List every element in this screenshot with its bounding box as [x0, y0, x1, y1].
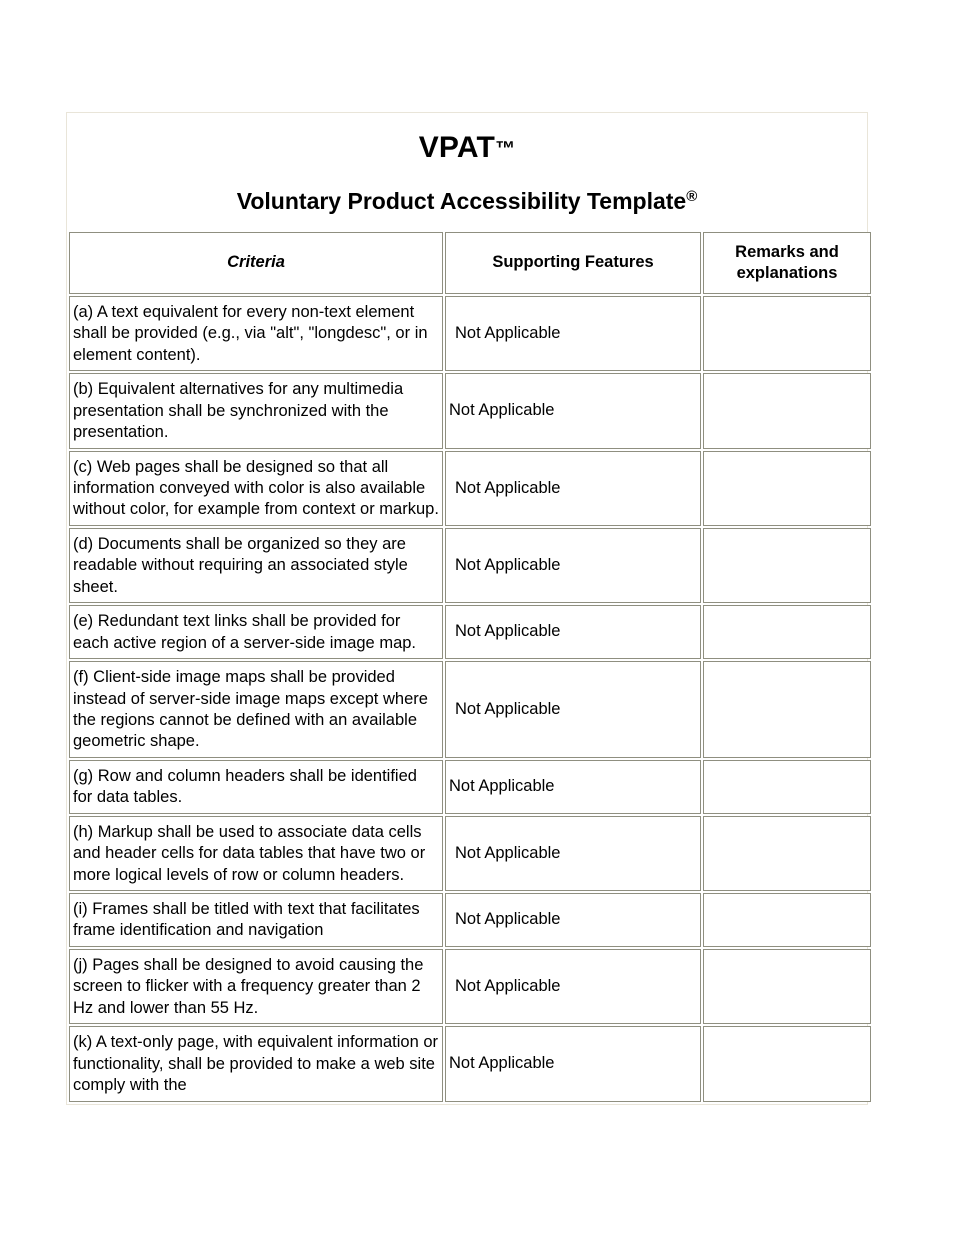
registered-symbol: ®	[686, 187, 698, 205]
cell-remarks	[703, 893, 871, 947]
cell-supporting-features: Not Applicable	[445, 605, 701, 660]
page-title: VPAT™	[67, 131, 867, 166]
table-row: (e) Redundant text links shall be provid…	[69, 605, 871, 660]
column-header-remarks: Remarks and explanations	[703, 231, 871, 294]
cell-supporting-features: Not Applicable	[445, 527, 701, 604]
cell-criteria: (g) Row and column headers shall be iden…	[69, 759, 443, 814]
cell-remarks	[703, 295, 871, 372]
column-header-criteria: Criteria	[69, 231, 443, 294]
trademark-symbol: ™	[495, 138, 516, 160]
cell-criteria: (i) Frames shall be titled with text tha…	[69, 893, 443, 947]
cell-remarks	[703, 527, 871, 604]
table-row: (c) Web pages shall be designed so that …	[69, 450, 871, 526]
cell-supporting-features: Not Applicable	[445, 450, 701, 526]
table-row: (f) Client-side image maps shall be prov…	[69, 661, 871, 758]
cell-supporting-features: Not Applicable	[445, 295, 701, 372]
table-row: (h) Markup shall be used to associate da…	[69, 815, 871, 891]
cell-supporting-features: Not Applicable	[445, 815, 701, 891]
cell-remarks	[703, 450, 871, 526]
table-header: Criteria Supporting Features Remarks and…	[69, 231, 871, 294]
table-row: (g) Row and column headers shall be iden…	[69, 759, 871, 814]
table-row: (d) Documents shall be organized so they…	[69, 527, 871, 604]
page-subtitle: Voluntary Product Accessibility Template…	[67, 188, 867, 214]
table-row: (b) Equivalent alternatives for any mult…	[69, 373, 871, 449]
table-row: (i) Frames shall be titled with text tha…	[69, 893, 871, 947]
vpat-criteria-table: Criteria Supporting Features Remarks and…	[67, 230, 873, 1104]
cell-criteria: (f) Client-side image maps shall be prov…	[69, 661, 443, 758]
table-row: (j) Pages shall be designed to avoid cau…	[69, 948, 871, 1025]
table-header-row: Criteria Supporting Features Remarks and…	[69, 231, 871, 294]
cell-criteria: (b) Equivalent alternatives for any mult…	[69, 373, 443, 449]
cell-criteria: (d) Documents shall be organized so they…	[69, 527, 443, 604]
cell-criteria: (e) Redundant text links shall be provid…	[69, 605, 443, 660]
cell-criteria: (k) A text-only page, with equivalent in…	[69, 1026, 443, 1102]
cell-remarks	[703, 661, 871, 758]
cell-supporting-features: Not Applicable	[445, 948, 701, 1025]
cell-criteria: (c) Web pages shall be designed so that …	[69, 450, 443, 526]
cell-supporting-features: Not Applicable	[445, 1026, 701, 1102]
cell-criteria: (j) Pages shall be designed to avoid cau…	[69, 948, 443, 1025]
cell-remarks	[703, 759, 871, 814]
cell-remarks	[703, 1026, 871, 1102]
cell-supporting-features: Not Applicable	[445, 893, 701, 947]
cell-criteria: (a) A text equivalent for every non-text…	[69, 295, 443, 372]
page-title-text: VPAT	[418, 131, 496, 164]
cell-supporting-features: Not Applicable	[445, 661, 701, 758]
cell-remarks	[703, 605, 871, 660]
cell-remarks	[703, 815, 871, 891]
table-row: (a) A text equivalent for every non-text…	[69, 295, 871, 372]
cell-supporting-features: Not Applicable	[445, 759, 701, 814]
vpat-document-frame: VPAT™ Voluntary Product Accessibility Te…	[66, 112, 871, 1105]
cell-supporting-features: Not Applicable	[445, 373, 701, 449]
table-row: (k) A text-only page, with equivalent in…	[69, 1026, 871, 1102]
column-header-supporting-features: Supporting Features	[445, 231, 701, 294]
document-page: VPAT™ Voluntary Product Accessibility Te…	[0, 0, 954, 1235]
document-title-block: VPAT™ Voluntary Product Accessibility Te…	[67, 113, 867, 230]
cell-remarks	[703, 373, 871, 449]
cell-criteria: (h) Markup shall be used to associate da…	[69, 815, 443, 891]
page-subtitle-text: Voluntary Product Accessibility Template	[236, 187, 687, 214]
table-body: (a) A text equivalent for every non-text…	[69, 295, 871, 1102]
cell-remarks	[703, 948, 871, 1025]
